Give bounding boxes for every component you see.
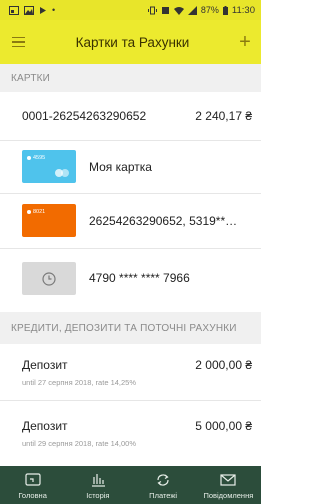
nav-label: Повідомлення	[203, 491, 254, 500]
deposit-amount: 2 000,00 ₴	[195, 358, 252, 372]
section-header-deposits: КРЕДИТИ, ДЕПОЗИТИ ТА ПОТОЧНІ РАХУНКИ	[0, 312, 261, 344]
card-chip: 8021	[27, 209, 45, 215]
deposit-row[interactable]: Депозит 5 000,00 ₴ until 29 серпня 2018,…	[0, 401, 261, 463]
more-notifications-icon: •	[52, 5, 56, 15]
nav-item-messages[interactable]: Повідомлення	[196, 466, 261, 504]
nav-label: Головна	[18, 491, 47, 500]
clock-icon	[42, 272, 56, 286]
account-balance: 2 240,17 ₴	[195, 109, 252, 123]
status-time: 11:30	[231, 4, 255, 16]
deposit-amount: 5 000,00 ₴	[195, 419, 252, 433]
deposit-details: until 29 серпня 2018, rate 14,00%	[22, 439, 137, 448]
page-title: Картки та Рахунки	[75, 34, 190, 50]
nav-item-payments[interactable]: Платежі	[131, 466, 196, 504]
card-row[interactable]: 4595 Моя картка	[0, 141, 261, 193]
image-notification-icon	[9, 5, 19, 15]
card-chip: 4595	[27, 155, 45, 161]
deposit-details: until 27 серпня 2018, rate 14,25%	[22, 378, 137, 387]
hamburger-icon	[11, 36, 25, 39]
vibrate-icon	[147, 6, 157, 14]
play-notification-icon	[40, 6, 46, 14]
mastercard-icon	[55, 169, 70, 177]
signal-icon	[187, 5, 197, 15]
card-chip-number: 8021	[33, 209, 46, 215]
mail-icon	[220, 474, 236, 486]
gallery-notification-icon	[24, 5, 34, 15]
card-thumbnail: 4595	[22, 150, 76, 183]
nav-label: Історія	[86, 491, 110, 500]
card-chip-number: 4595	[33, 155, 46, 161]
hamburger-icon-line	[11, 41, 25, 43]
deposit-row[interactable]: Депозит 2 000,00 ₴ until 27 серпня 2018,…	[0, 344, 261, 400]
add-button[interactable]: +	[229, 20, 261, 64]
status-system: 87% 11:30	[147, 4, 261, 16]
card-thumbnail	[22, 262, 76, 295]
status-notifications: •	[0, 5, 55, 15]
app-bar: Картки та Рахунки +	[0, 20, 261, 64]
card-row[interactable]: 8021 26254263290652, 5319**…	[0, 194, 261, 248]
nav-label: Платежі	[149, 491, 178, 500]
card-row[interactable]: 4790 **** **** 7966	[0, 249, 261, 307]
nav-item-home[interactable]: Головна	[0, 466, 65, 504]
section-header-cards: КАРТКИ	[0, 64, 261, 92]
home-card-icon	[25, 473, 41, 486]
history-chart-icon	[91, 474, 105, 487]
bottom-navigation: Головна Історія Платежі Повідомлення	[0, 466, 261, 504]
wifi-icon	[173, 6, 184, 15]
hamburger-icon-line	[11, 45, 25, 48]
card-label: 4790 **** **** 7966	[89, 271, 190, 285]
deposit-name: Депозит	[22, 419, 68, 433]
nav-item-history[interactable]: Історія	[65, 466, 130, 504]
card-thumbnail: 8021	[22, 204, 76, 237]
deposit-name: Депозит	[22, 358, 68, 372]
status-bar: • 87% 11:30	[0, 0, 261, 20]
battery-icon	[222, 5, 228, 15]
card-label: Моя картка	[89, 160, 152, 174]
card-label: 26254263290652, 5319**…	[89, 214, 238, 228]
menu-button[interactable]	[0, 20, 36, 64]
battery-percent: 87%	[200, 5, 219, 15]
alarm-icon	[161, 6, 169, 14]
payments-refresh-icon	[157, 474, 169, 486]
account-number: 0001-26254263290652	[22, 109, 147, 123]
account-row[interactable]: 0001-26254263290652 2 240,17 ₴	[0, 92, 261, 140]
